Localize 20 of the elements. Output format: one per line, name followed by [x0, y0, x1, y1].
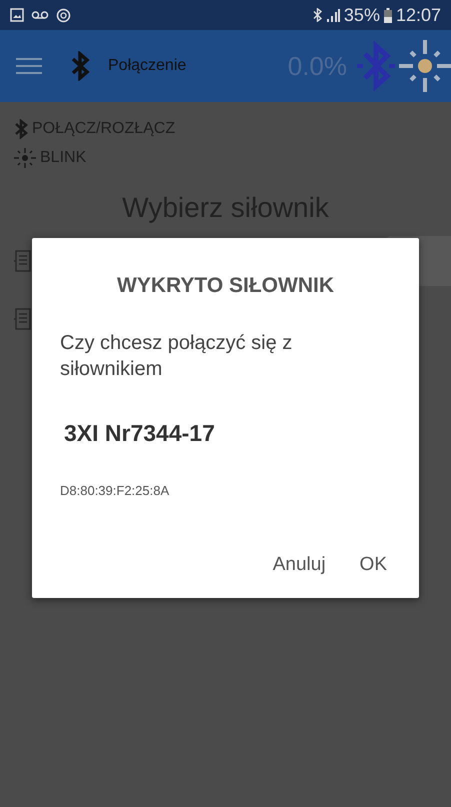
dialog-button[interactable]: Anuluj [268, 548, 330, 582]
voicemail-icon [31, 10, 49, 20]
battery-percent: 35% [344, 4, 380, 26]
device-address: D8:80:39:F2:25:8A [60, 483, 170, 498]
image-icon [10, 8, 24, 22]
signal-icon [326, 8, 340, 22]
dialog-message: Czy chcesz połączyć się z siłownikiem [60, 331, 294, 382]
screen-title: Połączenie [108, 57, 186, 75]
list-icon [14, 250, 32, 272]
dialog-button[interactable]: OK [356, 548, 391, 582]
sun-icon [14, 148, 36, 168]
bluetooth-icon [14, 118, 28, 138]
bluetooth-icon [70, 51, 90, 81]
menu-icon[interactable] [16, 57, 42, 75]
list-icon [14, 308, 32, 330]
clock: 12:07 [396, 4, 441, 26]
dialog-title: WYKRYTO SIŁOWNIK [116, 274, 335, 298]
bluetooth-icon [312, 8, 322, 22]
device-name: 3XI Nr7344-17 [64, 420, 216, 447]
battery-icon [384, 8, 392, 22]
